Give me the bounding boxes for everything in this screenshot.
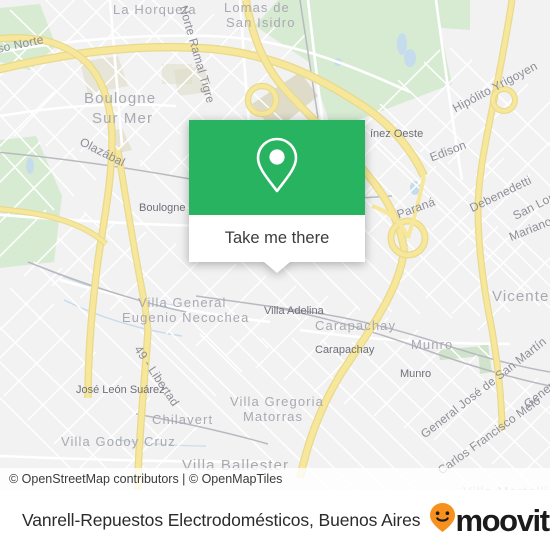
map-pin-icon	[254, 135, 300, 200]
footer-bar: Vanrell-Repuestos Electrodomésticos, Bue…	[0, 490, 550, 550]
map-attribution: © OpenStreetMap contributors | © OpenMap…	[0, 468, 550, 490]
popup-image-header	[189, 120, 365, 215]
moovit-wordmark: moovit	[455, 502, 550, 538]
attribution-text: © OpenStreetMap contributors | © OpenMap…	[9, 472, 283, 486]
location-popup-card[interactable]: Take me there	[189, 120, 365, 273]
take-me-there-button[interactable]: Take me there	[189, 215, 365, 273]
take-me-there-label: Take me there	[224, 229, 330, 247]
moovit-logo[interactable]: moovit	[429, 502, 550, 538]
popup-tail-pointer	[264, 262, 290, 273]
moovit-smiley-pin-icon	[429, 502, 456, 538]
page-title: Vanrell-Repuestos Electrodomésticos, Bue…	[22, 509, 421, 530]
